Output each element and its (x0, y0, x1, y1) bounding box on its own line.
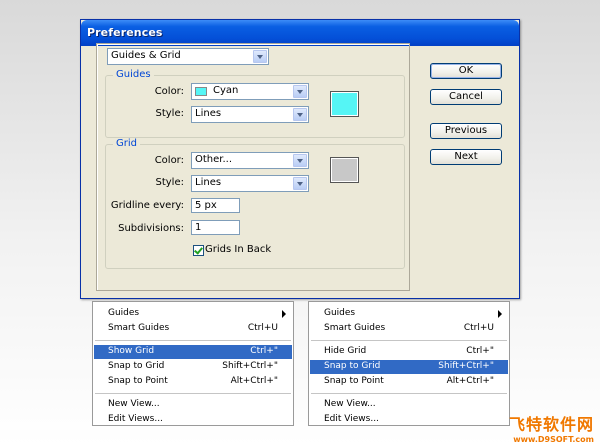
grid-color-value: Other... (195, 154, 233, 165)
watermark: 飞特软件网 www.D9SOFT.com (509, 411, 594, 444)
grids-in-back-label: Grids In Back (205, 244, 272, 255)
menu-item-shortcut: Shift+Ctrl+" (438, 361, 494, 371)
grid-style-label: Style: (155, 177, 185, 188)
gridline-every-label: Gridline every: (110, 200, 184, 211)
subdivisions-field[interactable]: 1 (191, 220, 240, 235)
submenu-arrow-icon (282, 310, 286, 318)
menu-item-label: Show Grid (108, 346, 155, 356)
menu-item-label: Snap to Point (324, 376, 384, 386)
chevron-down-icon[interactable] (293, 154, 307, 167)
gridline-every-value: 5 px (195, 200, 217, 211)
menu-item-label: Guides (108, 308, 140, 318)
menu-item-label: Edit Views... (108, 414, 163, 424)
menu-item[interactable]: Snap to Grid Shift+Ctrl+" (310, 360, 508, 374)
menu-separator (95, 393, 291, 394)
chevron-down-icon[interactable] (293, 85, 307, 98)
watermark-text: 飞特软件网 (508, 415, 594, 434)
view-menu-show-grid: Guides Smart Guides Ctrl+U Show Grid Ctrl+" S… (92, 301, 294, 426)
menu-item[interactable]: New View... (310, 398, 508, 412)
menu-item-label: Smart Guides (108, 323, 170, 333)
menu-item[interactable]: Show Grid Ctrl+" (94, 345, 292, 359)
grid-style-select[interactable]: Lines (191, 175, 309, 192)
menu-item-label: Guides (324, 308, 356, 318)
guides-legend: Guides (113, 69, 154, 80)
cancel-button[interactable]: Cancel (430, 89, 502, 105)
guides-style-label: Style: (155, 108, 185, 119)
menu-item-label: New View... (324, 399, 376, 409)
menu-item-shortcut: Ctrl+U (463, 323, 494, 333)
menu-item[interactable]: Edit Views... (94, 413, 292, 427)
menu-item-label: Snap to Grid (108, 361, 165, 371)
guides-color-chip (195, 87, 207, 96)
grid-color-select[interactable]: Other... (191, 152, 309, 169)
guides-style-value: Lines (195, 108, 222, 119)
menu-item[interactable]: Snap to Point Alt+Ctrl+" (94, 375, 292, 389)
ok-button[interactable]: OK (430, 63, 502, 79)
menu-item-label: Snap to Grid (324, 361, 381, 371)
menu-item-label: Edit Views... (324, 414, 379, 424)
dialog-title: Preferences (87, 26, 163, 39)
preferences-dialog: Preferences Guides & Grid Guides Color: … (80, 19, 520, 299)
grids-in-back-checkbox[interactable] (193, 245, 204, 256)
menu-item[interactable]: Snap to Point Alt+Ctrl+" (310, 375, 508, 389)
chevron-down-icon[interactable] (293, 177, 307, 190)
menu-separator (311, 393, 507, 394)
gridline-every-field[interactable]: 5 px (191, 198, 240, 213)
subdivisions-value: 1 (195, 222, 202, 233)
menu-item-shortcut: Ctrl+" (250, 346, 278, 356)
guides-style-select[interactable]: Lines (191, 106, 309, 123)
menu-item[interactable]: Smart Guides Ctrl+U (94, 322, 292, 336)
chevron-down-icon[interactable] (293, 108, 307, 121)
view-menu-hide-grid: Guides Smart Guides Ctrl+U Hide Grid Ctrl+" S… (308, 301, 510, 426)
menu-item[interactable]: Edit Views... (310, 413, 508, 427)
previous-button[interactable]: Previous (430, 123, 502, 139)
grid-color-label: Color: (154, 155, 184, 166)
menu-separator (95, 340, 291, 341)
menu-item[interactable]: Guides (310, 307, 508, 321)
submenu-arrow-icon (498, 310, 502, 318)
menu-item[interactable]: Guides (94, 307, 292, 321)
guides-color-value: Cyan (213, 85, 239, 96)
menu-item[interactable]: New View... (94, 398, 292, 412)
next-button[interactable]: Next (430, 149, 502, 165)
guides-color-label: Color: (154, 86, 184, 97)
guides-color-select[interactable]: Cyan (191, 83, 309, 100)
menu-item-shortcut: Ctrl+" (466, 346, 494, 356)
menu-item-label: Hide Grid (324, 346, 367, 356)
menu-separator (311, 340, 507, 341)
menu-item-shortcut: Alt+Ctrl+" (446, 376, 494, 386)
menu-item-label: New View... (108, 399, 160, 409)
menu-item-label: Smart Guides (324, 323, 386, 333)
watermark-url: www.D9SOFT.com (513, 435, 594, 444)
grid-style-value: Lines (195, 177, 222, 188)
subdivisions-label: Subdivisions: (118, 223, 184, 234)
menu-item-shortcut: Shift+Ctrl+" (222, 361, 278, 371)
menu-item-shortcut: Alt+Ctrl+" (230, 376, 278, 386)
menu-item[interactable]: Snap to Grid Shift+Ctrl+" (94, 360, 292, 374)
guides-color-swatch[interactable] (330, 91, 359, 117)
menu-item[interactable]: Hide Grid Ctrl+" (310, 345, 508, 359)
grid-legend: Grid (113, 138, 140, 149)
menu-item-label: Snap to Point (108, 376, 168, 386)
grid-color-swatch[interactable] (330, 157, 359, 183)
menu-item[interactable]: Smart Guides Ctrl+U (310, 322, 508, 336)
menu-item-shortcut: Ctrl+U (247, 323, 278, 333)
